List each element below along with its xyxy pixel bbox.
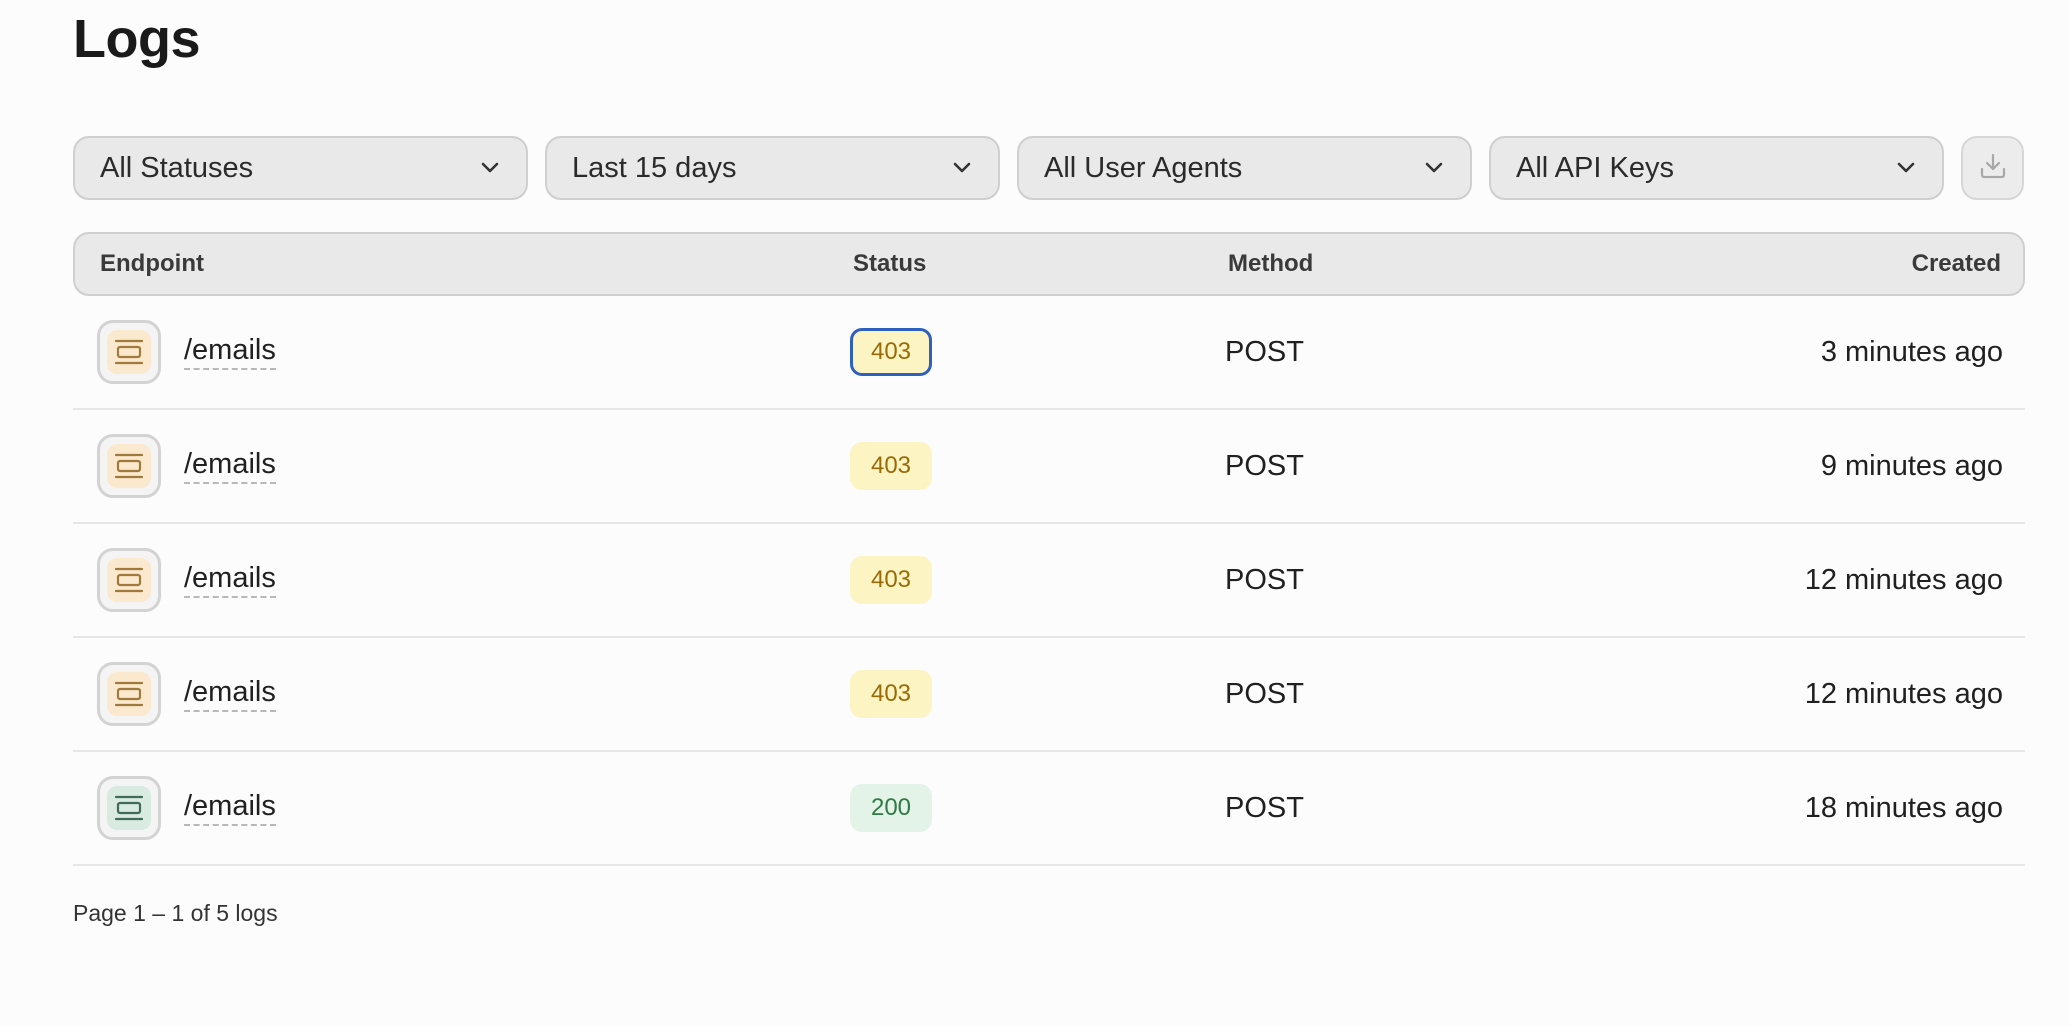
email-endpoint-icon	[97, 662, 161, 726]
status-filter-select[interactable]: All Statuses	[73, 136, 528, 200]
endpoint-path-link[interactable]: /emails	[184, 334, 276, 371]
column-header-method: Method	[1228, 250, 1314, 277]
table-header: Endpoint Status Method Created	[73, 232, 2025, 296]
table-row[interactable]: /emails 403 POST 9 minutes ago	[73, 410, 2025, 524]
status-badge[interactable]: 403	[850, 328, 932, 376]
email-endpoint-icon	[97, 320, 161, 384]
email-endpoint-icon	[97, 548, 161, 612]
user-agent-filter-select[interactable]: All User Agents	[1017, 136, 1472, 200]
chevron-down-icon	[1422, 156, 1446, 180]
download-icon	[1978, 151, 2008, 186]
column-header-endpoint: Endpoint	[100, 250, 204, 277]
status-cell: 200	[850, 784, 1225, 832]
email-endpoint-icon	[97, 776, 161, 840]
endpoint-cell: /emails	[97, 662, 850, 726]
status-cell: 403	[850, 556, 1225, 604]
table-row[interactable]: /emails 403 POST 3 minutes ago	[73, 296, 2025, 410]
table-row[interactable]: /emails 403 POST 12 minutes ago	[73, 638, 2025, 752]
method-cell: POST	[1225, 563, 1304, 596]
endpoint-cell: /emails	[97, 434, 850, 498]
created-cell: 3 minutes ago	[1820, 335, 2003, 368]
method-cell: POST	[1225, 791, 1304, 824]
table-row[interactable]: /emails 200 POST 18 minutes ago	[73, 752, 2025, 866]
status-badge[interactable]: 403	[850, 670, 932, 718]
pagination-summary: Page 1 – 1 of 5 logs	[73, 900, 278, 926]
endpoint-path-link[interactable]: /emails	[184, 676, 276, 713]
endpoint-path-link[interactable]: /emails	[184, 562, 276, 599]
chevron-down-icon	[478, 156, 502, 180]
created-cell: 12 minutes ago	[1804, 563, 2003, 596]
user-agent-filter-value: All User Agents	[1044, 151, 1243, 184]
status-cell: 403	[850, 442, 1225, 490]
export-download-button[interactable]	[1961, 136, 2024, 200]
status-cell: 403	[850, 328, 1225, 376]
endpoint-cell: /emails	[97, 320, 850, 384]
date-range-filter-value: Last 15 days	[572, 151, 737, 184]
status-filter-value: All Statuses	[100, 151, 254, 184]
method-cell: POST	[1225, 449, 1304, 482]
chevron-down-icon	[950, 156, 974, 180]
column-header-status: Status	[853, 250, 927, 277]
status-badge[interactable]: 200	[850, 784, 932, 832]
filter-bar: All Statuses Last 15 days All User Agent…	[73, 136, 2024, 200]
status-cell: 403	[850, 670, 1225, 718]
email-endpoint-icon	[97, 434, 161, 498]
created-cell: 12 minutes ago	[1804, 677, 2003, 710]
table-row[interactable]: /emails 403 POST 12 minutes ago	[73, 524, 2025, 638]
api-key-filter-value: All API Keys	[1516, 151, 1674, 184]
chevron-down-icon	[1894, 156, 1918, 180]
endpoint-cell: /emails	[97, 776, 850, 840]
logs-page: Logs All Statuses Last 15 days All User …	[0, 0, 2070, 1026]
logs-table: Endpoint Status Method Created /emails 4…	[73, 232, 2025, 866]
endpoint-path-link[interactable]: /emails	[184, 448, 276, 485]
status-badge[interactable]: 403	[850, 442, 932, 490]
created-cell: 18 minutes ago	[1804, 791, 2003, 824]
page-title: Logs	[73, 9, 201, 69]
status-badge[interactable]: 403	[850, 556, 932, 604]
api-key-filter-select[interactable]: All API Keys	[1489, 136, 1944, 200]
column-header-created: Created	[1911, 250, 2001, 277]
endpoint-path-link[interactable]: /emails	[184, 790, 276, 827]
date-range-filter-select[interactable]: Last 15 days	[545, 136, 1000, 200]
method-cell: POST	[1225, 335, 1304, 368]
method-cell: POST	[1225, 677, 1304, 710]
endpoint-cell: /emails	[97, 548, 850, 612]
created-cell: 9 minutes ago	[1820, 449, 2003, 482]
